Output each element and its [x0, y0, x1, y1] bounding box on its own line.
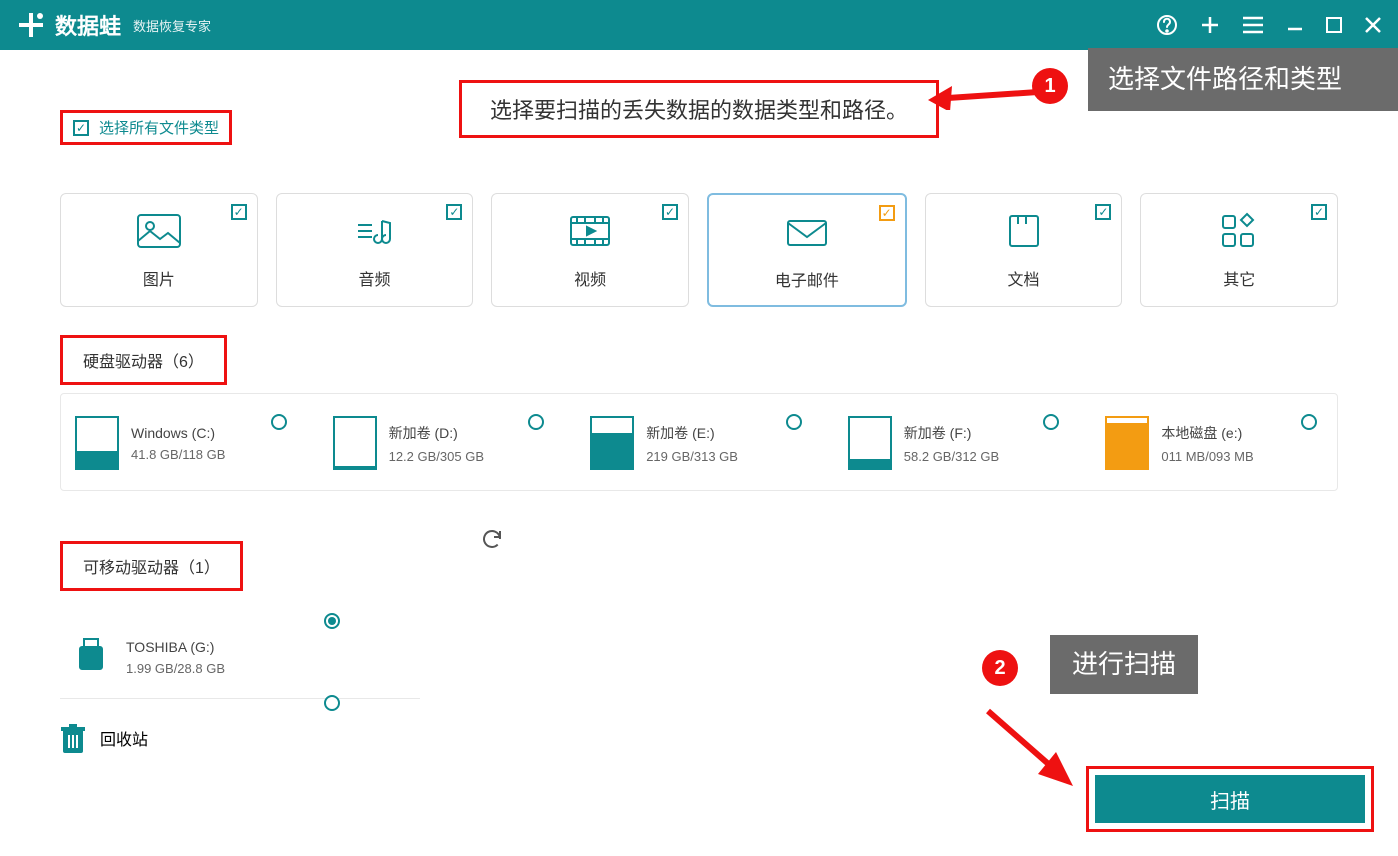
drive-item[interactable]: 新加卷 (D:) 12.2 GB/305 GB [333, 416, 551, 470]
select-all-checkbox[interactable] [73, 120, 89, 136]
type-checkbox[interactable] [1311, 204, 1327, 220]
drive-name: 新加卷 (F:) [904, 423, 999, 443]
drive-size: 12.2 GB/305 GB [389, 449, 484, 464]
file-types-grid: 图片 音频 视频 电子邮件 文档 其它 [60, 193, 1338, 307]
removable-section-title: 可移动驱动器（1） [60, 541, 243, 591]
type-checkbox[interactable] [662, 204, 678, 220]
app-logo-icon [15, 9, 47, 41]
disk-icon [75, 416, 119, 470]
scan-button-highlight: 扫描 [1086, 766, 1374, 832]
annotation-callout-1: 选择文件路径和类型 [1088, 48, 1398, 111]
hdd-section-title: 硬盘驱动器（6） [60, 335, 227, 385]
drive-name: 新加卷 (D:) [389, 423, 484, 443]
scan-button[interactable]: 扫描 [1095, 775, 1365, 823]
type-checkbox[interactable] [879, 205, 895, 221]
type-label: 文档 [1008, 266, 1040, 290]
annotation-badge-2: 2 [982, 650, 1018, 686]
drive-item[interactable]: 本地磁盘 (e:) 011 MB/093 MB [1105, 416, 1323, 470]
recycle-bin-item[interactable]: 回收站 [60, 723, 360, 753]
type-card-other[interactable]: 其它 [1140, 193, 1338, 307]
other-icon [1215, 212, 1263, 250]
type-card-video[interactable]: 视频 [491, 193, 689, 307]
type-checkbox[interactable] [446, 204, 462, 220]
annotation-arrow-1 [928, 80, 1038, 110]
type-label: 其它 [1223, 266, 1255, 290]
type-card-audio[interactable]: 音频 [276, 193, 474, 307]
app-name: 数据蛙 [55, 9, 121, 41]
video-icon [566, 212, 614, 250]
disk-icon [333, 416, 377, 470]
usb-size: 1.99 GB/28.8 GB [126, 661, 225, 676]
drive-size: 011 MB/093 MB [1161, 449, 1253, 464]
app-subtitle: 数据恢复专家 [133, 16, 211, 35]
type-card-doc[interactable]: 文档 [925, 193, 1123, 307]
image-icon [135, 212, 183, 250]
disk-icon [848, 416, 892, 470]
type-label: 电子邮件 [775, 267, 839, 291]
doc-icon [1000, 212, 1048, 250]
drive-name: Windows (C:) [131, 425, 225, 441]
drive-item[interactable]: 新加卷 (E:) 219 GB/313 GB [590, 416, 808, 470]
menu-icon[interactable] [1241, 15, 1265, 35]
drive-radio[interactable] [271, 414, 287, 430]
drive-radio[interactable] [1043, 414, 1059, 430]
type-label: 视频 [574, 266, 606, 290]
select-all-types[interactable]: 选择所有文件类型 [60, 110, 232, 145]
annotation-callout-2: 进行扫描 [1050, 635, 1198, 694]
hdd-list: Windows (C:) 41.8 GB/118 GB 新加卷 (D:) 12.2 … [60, 393, 1338, 491]
drive-size: 58.2 GB/312 GB [904, 449, 999, 464]
refresh-icon[interactable] [480, 527, 504, 551]
drive-radio[interactable] [1301, 414, 1317, 430]
trash-icon [60, 723, 86, 753]
recycle-label: 回收站 [100, 726, 148, 750]
usb-drive-item[interactable]: TOSHIBA (G:) 1.99 GB/28.8 GB [74, 637, 406, 678]
drive-radio[interactable] [786, 414, 802, 430]
removable-list: TOSHIBA (G:) 1.99 GB/28.8 GB [60, 607, 420, 699]
plus-icon[interactable] [1199, 14, 1221, 36]
usb-radio[interactable] [324, 613, 340, 629]
maximize-icon[interactable] [1325, 16, 1343, 34]
type-label: 音频 [359, 266, 391, 290]
drive-item[interactable]: Windows (C:) 41.8 GB/118 GB [75, 416, 293, 470]
drive-name: 新加卷 (E:) [646, 423, 738, 443]
recycle-radio[interactable] [324, 695, 340, 711]
drive-radio[interactable] [528, 414, 544, 430]
minimize-icon[interactable] [1285, 15, 1305, 35]
audio-icon [351, 212, 399, 250]
close-icon[interactable] [1363, 15, 1383, 35]
annotation-arrow-2 [978, 706, 1078, 796]
type-card-email[interactable]: 电子邮件 [707, 193, 907, 307]
drive-size: 41.8 GB/118 GB [131, 447, 225, 462]
type-checkbox[interactable] [231, 204, 247, 220]
usb-icon [74, 637, 112, 678]
disk-icon [1105, 416, 1149, 470]
drive-item[interactable]: 新加卷 (F:) 58.2 GB/312 GB [848, 416, 1066, 470]
disk-icon [590, 416, 634, 470]
select-all-label: 选择所有文件类型 [99, 117, 219, 138]
help-icon[interactable] [1155, 13, 1179, 37]
drive-name: 本地磁盘 (e:) [1161, 423, 1253, 443]
type-label: 图片 [143, 266, 175, 290]
type-checkbox[interactable] [1095, 204, 1111, 220]
email-icon [783, 213, 831, 251]
drive-size: 219 GB/313 GB [646, 449, 738, 464]
type-card-image[interactable]: 图片 [60, 193, 258, 307]
usb-name: TOSHIBA (G:) [126, 639, 225, 655]
page-heading: 选择要扫描的丢失数据的数据类型和路径。 [459, 80, 939, 138]
titlebar: 数据蛙 数据恢复专家 [0, 0, 1398, 50]
